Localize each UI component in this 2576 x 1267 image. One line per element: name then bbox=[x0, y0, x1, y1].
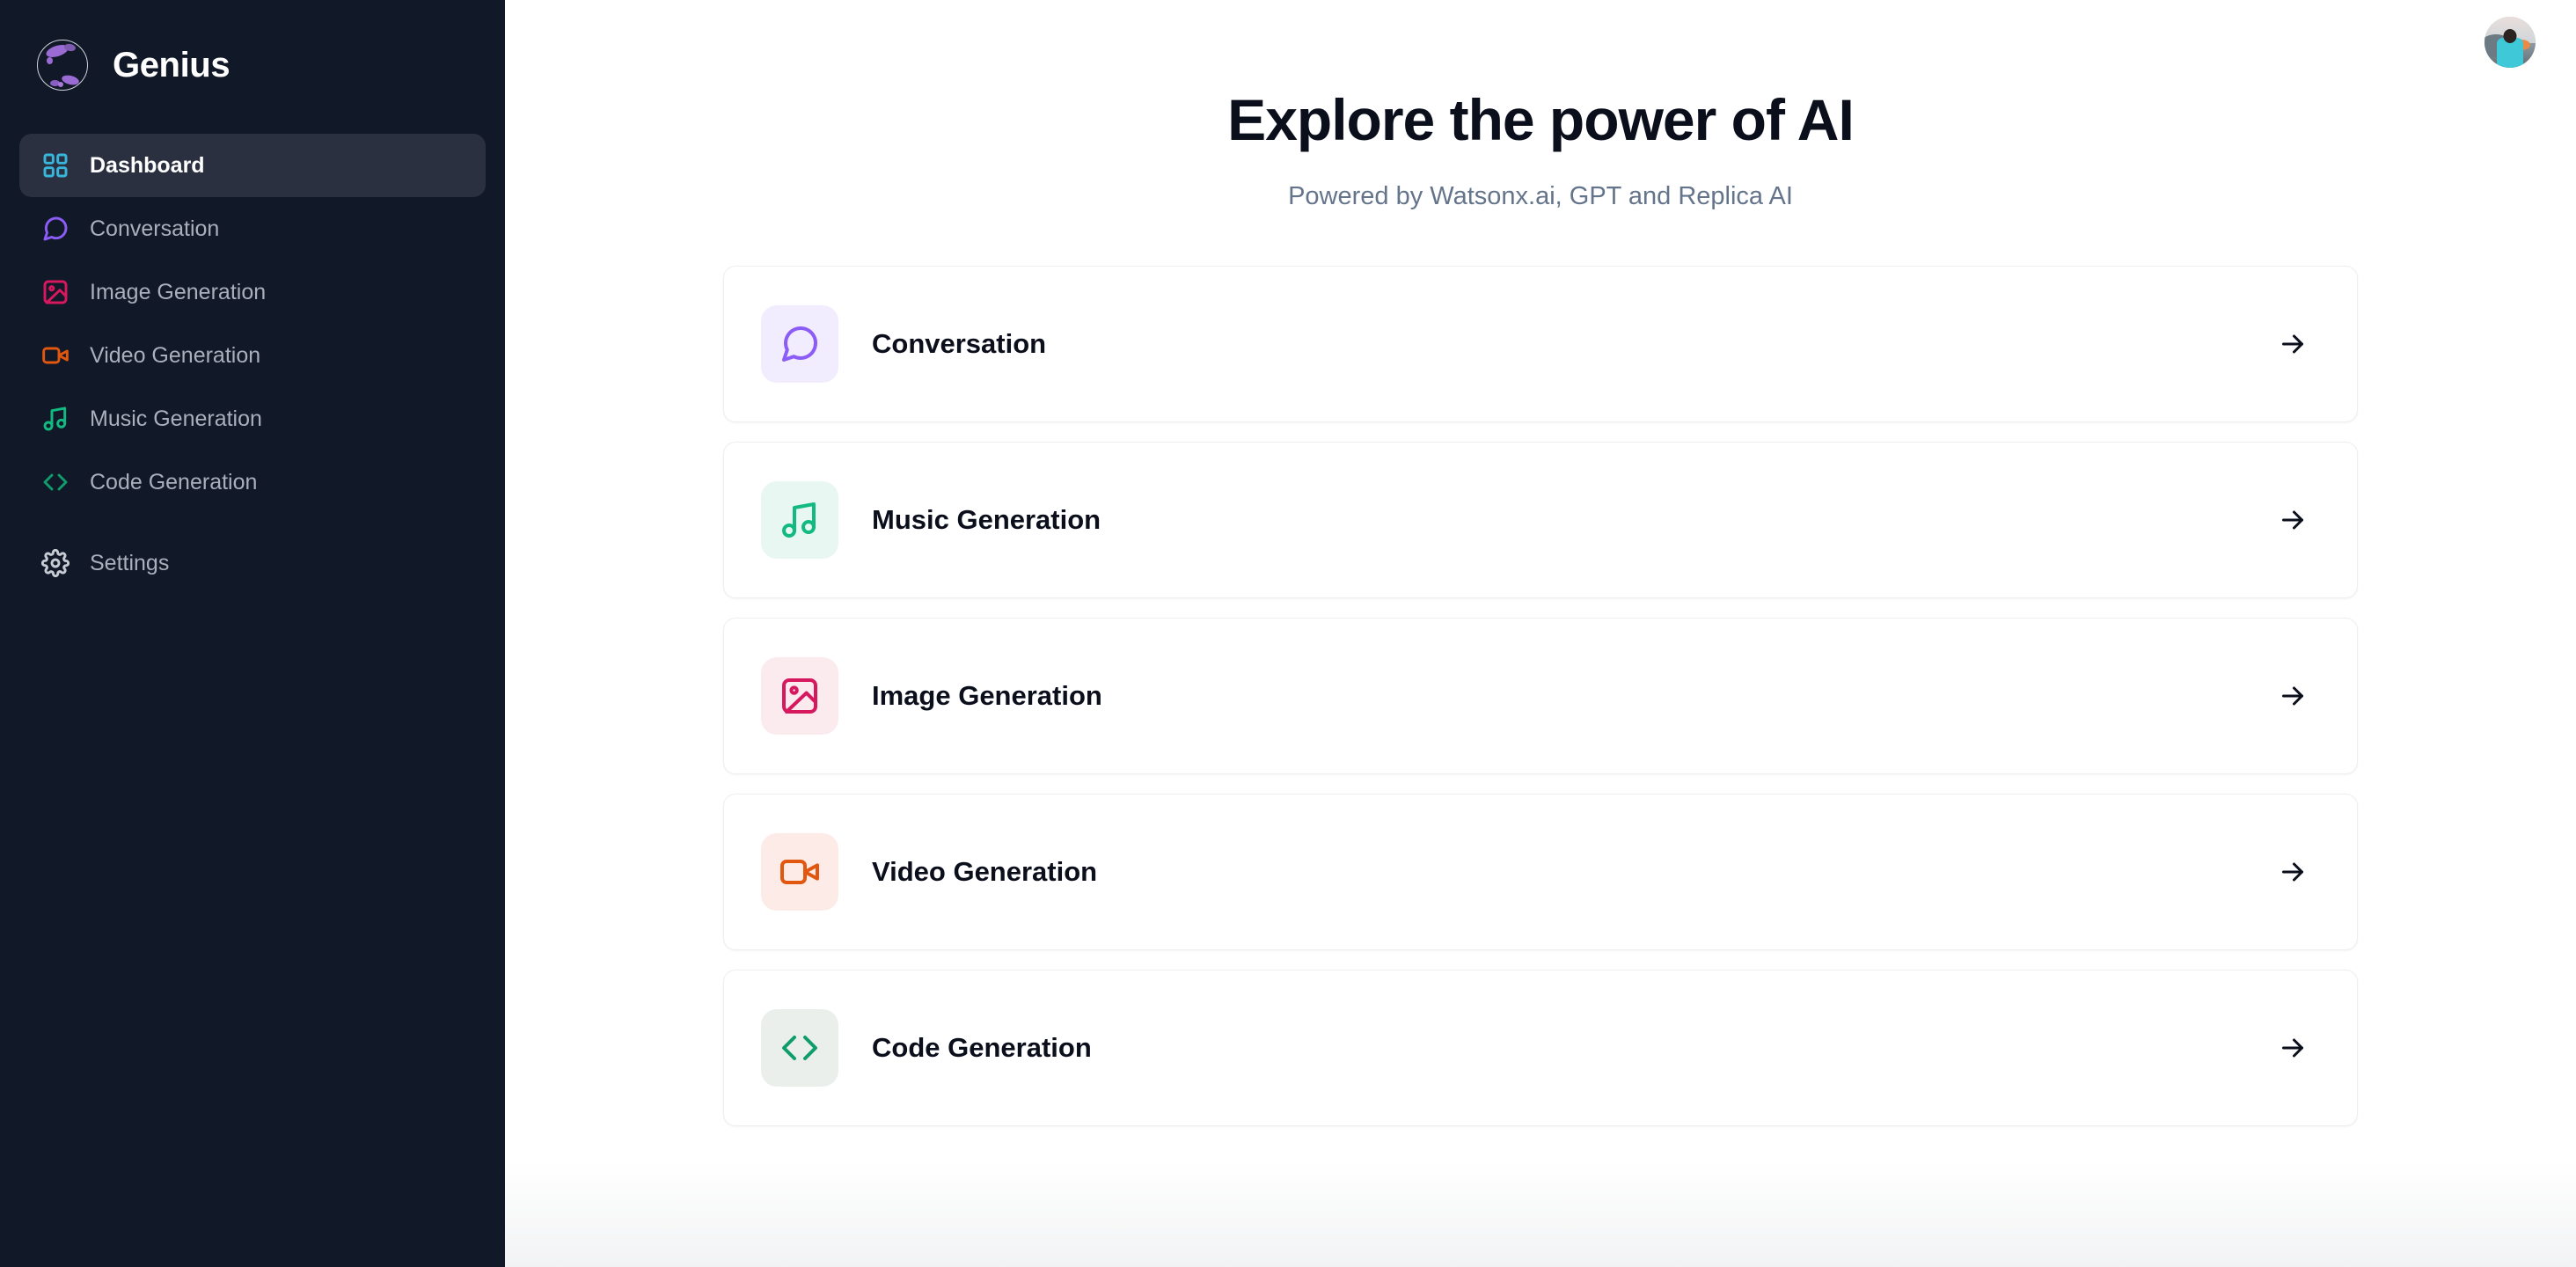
tool-card-label: Code Generation bbox=[872, 1031, 1092, 1063]
sidebar-item-label: Dashboard bbox=[90, 152, 205, 178]
music-note-icon bbox=[761, 480, 838, 559]
dashboard-content: Explore the power of AI Powered by Watso… bbox=[505, 84, 2576, 1126]
page-subtitle: Powered by Watsonx.ai, GPT and Replica A… bbox=[1288, 181, 1793, 210]
sidebar-item-image-generation[interactable]: Image Generation bbox=[19, 260, 486, 324]
video-camera-icon bbox=[761, 832, 838, 911]
app-root: Genius Dashboard Conversation Image Gene… bbox=[0, 0, 2576, 1267]
arrow-right-icon bbox=[2274, 326, 2311, 363]
bottom-fade bbox=[505, 1161, 2576, 1267]
sidebar-item-conversation[interactable]: Conversation bbox=[19, 197, 486, 260]
arrow-right-icon bbox=[2274, 1029, 2311, 1066]
tool-card-image-generation[interactable]: Image Generation bbox=[723, 617, 2358, 774]
sidebar-item-dashboard[interactable]: Dashboard bbox=[19, 134, 486, 197]
tool-card-code-generation[interactable]: Code Generation bbox=[723, 969, 2358, 1126]
image-icon bbox=[761, 656, 838, 735]
sidebar-item-music-generation[interactable]: Music Generation bbox=[19, 387, 486, 450]
image-icon bbox=[40, 277, 70, 307]
brand-name: Genius bbox=[113, 45, 231, 84]
sidebar-item-label: Code Generation bbox=[90, 469, 258, 494]
arrow-right-icon bbox=[2274, 853, 2311, 890]
sidebar: Genius Dashboard Conversation Image Gene… bbox=[0, 0, 505, 1267]
sidebar-item-label: Music Generation bbox=[90, 406, 262, 431]
video-camera-icon bbox=[40, 341, 70, 370]
page-title: Explore the power of AI bbox=[1227, 87, 1855, 152]
main-content: Explore the power of AI Powered by Watso… bbox=[505, 0, 2576, 1267]
avatar[interactable] bbox=[2485, 17, 2536, 68]
brand[interactable]: Genius bbox=[0, 0, 505, 99]
message-square-icon bbox=[40, 214, 70, 244]
sidebar-item-label: Image Generation bbox=[90, 279, 267, 304]
tool-card-label: Image Generation bbox=[872, 679, 1102, 711]
tool-card-conversation[interactable]: Conversation bbox=[723, 265, 2358, 422]
sidebar-item-label: Conversation bbox=[90, 216, 220, 241]
sidebar-item-settings[interactable]: Settings bbox=[19, 531, 486, 595]
sidebar-item-label: Video Generation bbox=[90, 342, 261, 368]
tool-card-video-generation[interactable]: Video Generation bbox=[723, 793, 2358, 950]
sidebar-item-code-generation[interactable]: Code Generation bbox=[19, 450, 486, 514]
genius-orb-logo-icon bbox=[35, 38, 90, 92]
top-bar bbox=[505, 0, 2576, 84]
sidebar-item-label: Settings bbox=[90, 550, 170, 575]
tool-card-label: Video Generation bbox=[872, 855, 1098, 887]
tool-card-label: Music Generation bbox=[872, 503, 1101, 535]
gear-icon bbox=[40, 548, 70, 578]
tool-card-label: Conversation bbox=[872, 327, 1047, 359]
message-square-icon bbox=[761, 304, 838, 383]
sidebar-item-video-generation[interactable]: Video Generation bbox=[19, 324, 486, 387]
arrow-right-icon bbox=[2274, 502, 2311, 538]
tool-card-music-generation[interactable]: Music Generation bbox=[723, 441, 2358, 598]
arrow-right-icon bbox=[2274, 677, 2311, 714]
code-brackets-icon bbox=[40, 467, 70, 497]
sidebar-nav: Dashboard Conversation Image Generation bbox=[0, 134, 505, 595]
layout-dashboard-icon bbox=[40, 150, 70, 180]
music-note-icon bbox=[40, 404, 70, 434]
code-brackets-icon bbox=[761, 1008, 838, 1087]
tool-card-list: Conversation Music Generation Image Gene… bbox=[723, 265, 2358, 1126]
